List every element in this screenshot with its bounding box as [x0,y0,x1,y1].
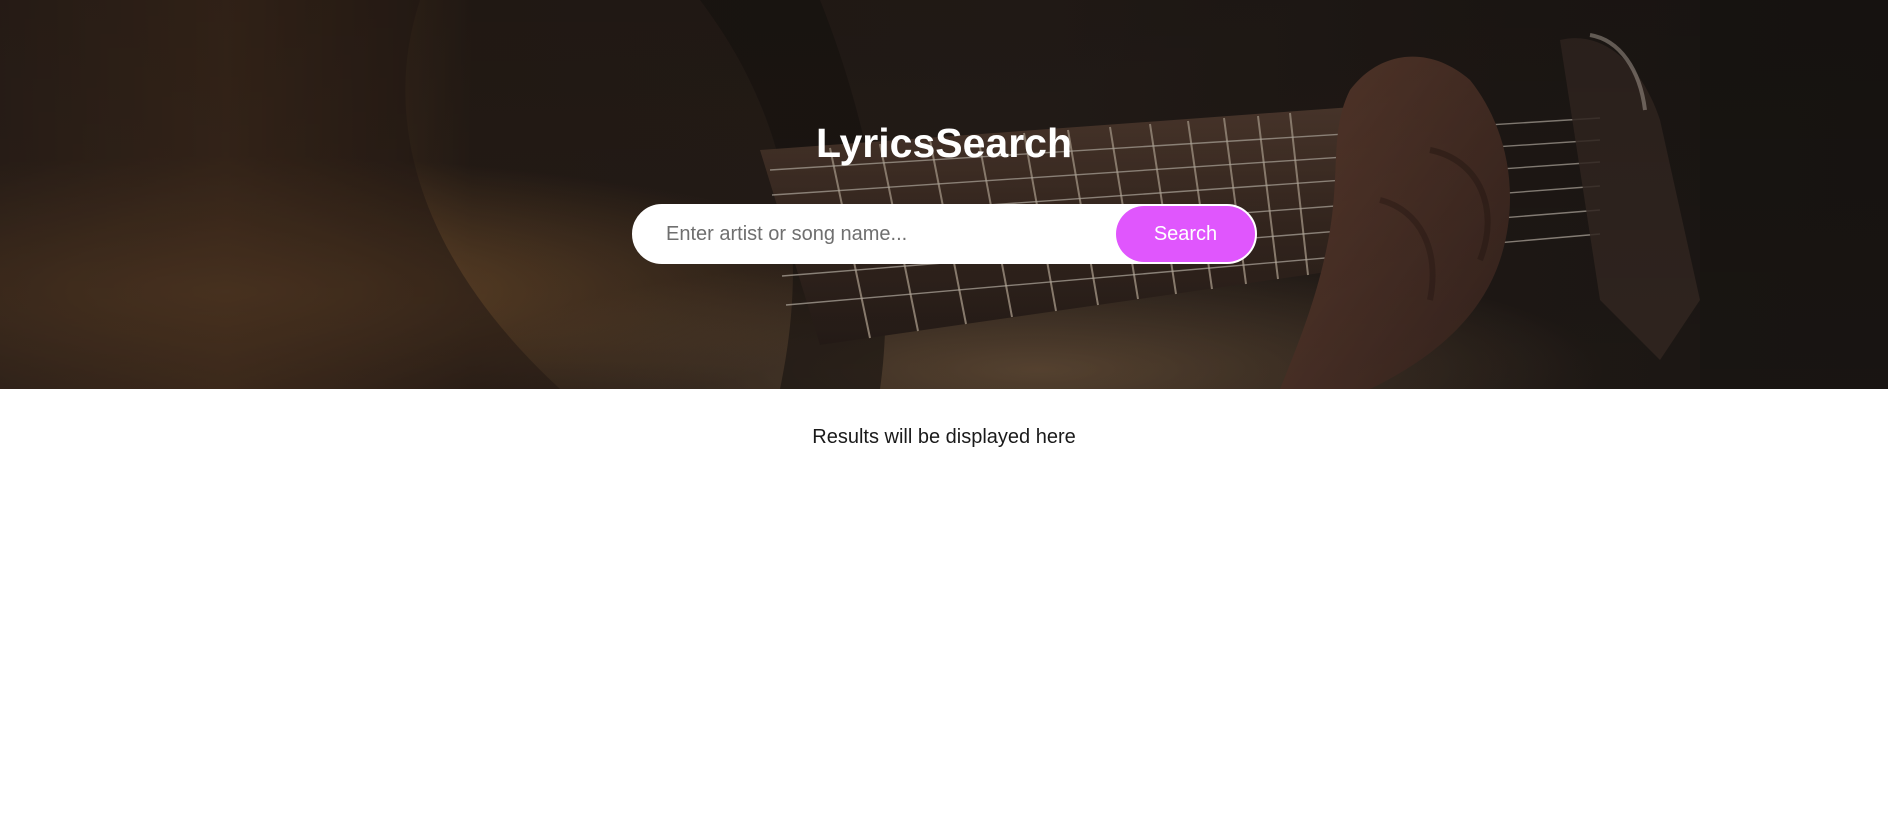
results-container: Results will be displayed here [0,389,1888,840]
results-placeholder-text: Results will be displayed here [812,426,1076,448]
search-form: Search [632,204,1257,264]
search-input[interactable] [666,216,1136,252]
search-button[interactable]: Search [1116,206,1255,262]
app-title: LyricsSearch [815,120,1073,166]
hero-content: LyricsSearch Search [0,0,1888,389]
hero-header: LyricsSearch Search [0,0,1888,389]
